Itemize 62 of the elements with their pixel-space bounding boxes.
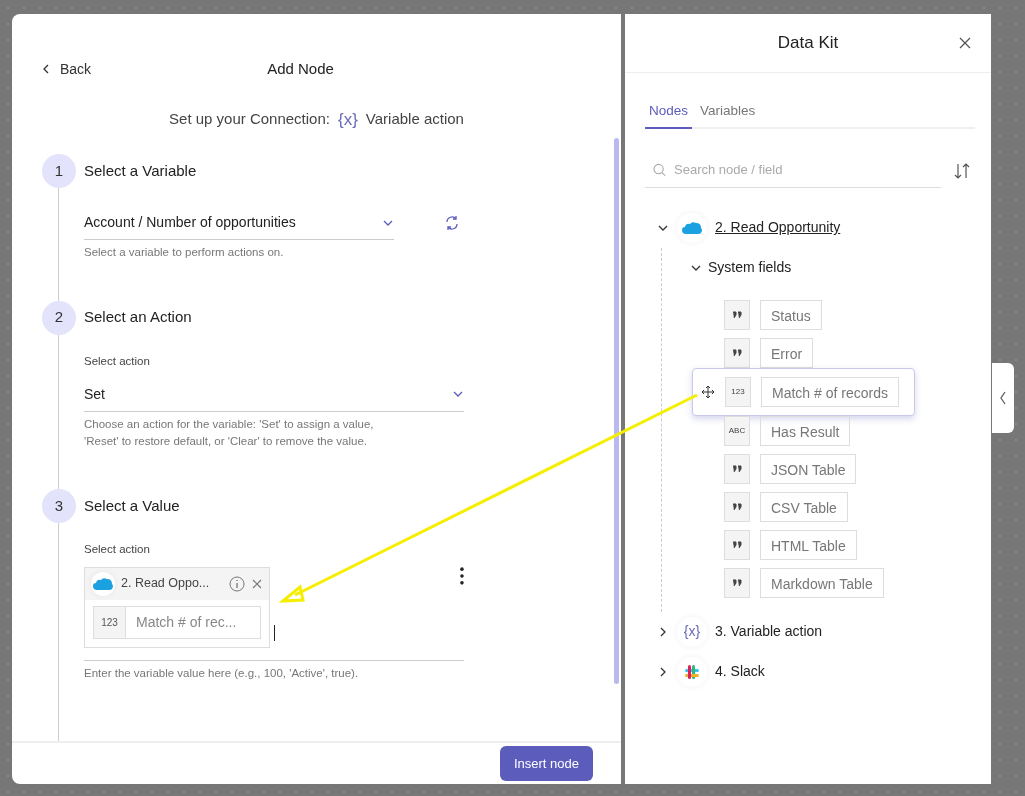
chip-node-name: 2. Read Oppo... <box>121 575 211 593</box>
node-title[interactable]: 2. Read Opportunity <box>715 217 841 239</box>
node-title[interactable]: 3. Variable action <box>715 621 823 643</box>
field-chip[interactable]: Markdown Table <box>760 567 884 598</box>
field-chip[interactable]: JSON Table <box>760 453 857 484</box>
variable-icon: {x} <box>683 621 701 643</box>
field-chip[interactable]: Error <box>760 337 814 368</box>
step-number: 3 <box>42 489 76 524</box>
help-text: Choose an action for the variable: 'Set' to assign a value, 'Reset' to restore default, or 'Clear' to remove the value. <box>84 416 375 449</box>
field-chip[interactable]: Match # of records <box>761 376 899 407</box>
quote-icon <box>732 348 742 357</box>
select-field[interactable]: Account / Number of opportunities <box>84 206 394 240</box>
node-title[interactable]: 4. Slack <box>715 661 765 683</box>
type-badge: ABC <box>724 415 750 446</box>
chevron-icon[interactable] <box>999 391 1007 405</box>
quote-icon <box>732 464 742 473</box>
select-field[interactable]: Set <box>84 377 464 412</box>
help-text: Enter the variable value here (e.g., 100, 'Active', true). <box>84 665 360 681</box>
search-icon <box>653 163 667 177</box>
quote-icon <box>732 540 742 549</box>
field-label: Select action <box>84 542 151 558</box>
search-input[interactable]: Search node / field <box>672 159 933 181</box>
step-number: 1 <box>42 154 76 188</box>
scrollbar-thumb[interactable] <box>614 138 619 684</box>
close-icon[interactable] <box>959 37 971 50</box>
variable-icon: {x} <box>337 106 358 132</box>
field-name: Match # of rec... <box>135 612 238 632</box>
cloud-icon <box>92 575 114 592</box>
type-badge: 123 <box>94 606 126 638</box>
help-text: Select a variable to perform actions on. <box>84 245 285 260</box>
connection-label: Set up your Connection: <box>169 109 330 129</box>
back-link[interactable]: Back <box>40 58 160 80</box>
field-chip[interactable]: Has Result <box>760 415 851 446</box>
step-number: 2 <box>42 300 76 335</box>
insert-node-button[interactable]: Insert node <box>499 745 593 782</box>
field-chip[interactable]: HTML Table <box>760 529 857 560</box>
panel-title: Data Kit <box>777 32 839 55</box>
close-icon[interactable] <box>251 577 264 590</box>
type-badge: 123 <box>725 376 751 407</box>
text-cursor <box>274 624 276 641</box>
quote-icon <box>732 578 742 587</box>
field-chip[interactable]: CSV Table <box>760 491 848 522</box>
info-icon[interactable] <box>229 575 246 592</box>
move-icon[interactable] <box>701 384 715 399</box>
field-chip[interactable]: Status <box>760 299 822 330</box>
dialog-title: Add Node <box>266 59 335 79</box>
sort-icon[interactable] <box>953 161 971 180</box>
tab[interactable]: Variables <box>696 97 760 130</box>
quote-icon <box>732 502 742 511</box>
step-title: Select a Value <box>84 496 180 516</box>
group-title[interactable]: System fields <box>708 257 792 279</box>
more-icon[interactable] <box>460 566 464 585</box>
refresh-icon[interactable] <box>444 215 460 231</box>
step-title: Select a Variable <box>84 160 197 181</box>
cloud-icon <box>681 219 703 236</box>
field-label: Select action <box>84 353 151 369</box>
step-title: Select an Action <box>84 307 192 328</box>
hash-logo-icon <box>683 662 701 681</box>
tab[interactable]: Nodes <box>645 97 693 130</box>
node-field-chip[interactable]: 2. Read Oppo... 123 Match # of rec... <box>84 566 271 648</box>
connection-name: Variable action <box>365 109 464 129</box>
quote-icon <box>732 310 742 319</box>
